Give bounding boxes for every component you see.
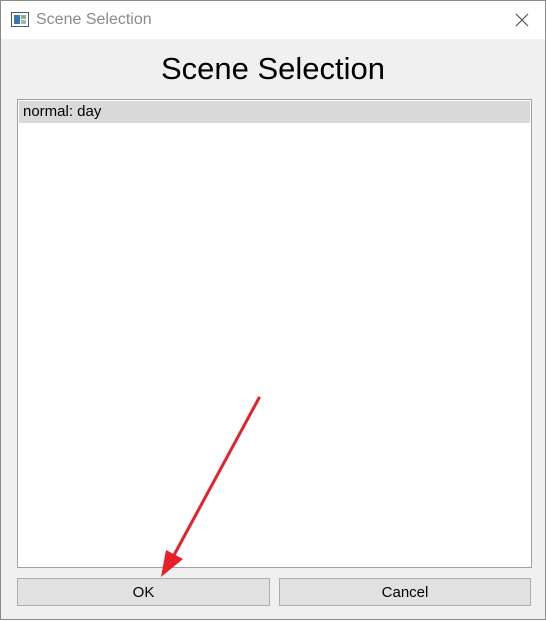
scene-list-item[interactable]: normal: day <box>19 101 530 123</box>
dialog-heading: Scene Selection <box>160 51 386 86</box>
close-icon <box>515 13 529 27</box>
app-window-icon <box>11 12 29 27</box>
scene-listbox[interactable]: normal: day <box>17 99 532 568</box>
close-button[interactable] <box>499 1 545 39</box>
scene-selection-window: Scene Selection Scene Selection normal: … <box>0 0 546 620</box>
cancel-button[interactable]: Cancel <box>279 578 531 606</box>
window-title: Scene Selection <box>36 11 152 28</box>
title-bar[interactable]: Scene Selection <box>1 1 545 39</box>
ok-button[interactable]: OK <box>17 578 270 606</box>
